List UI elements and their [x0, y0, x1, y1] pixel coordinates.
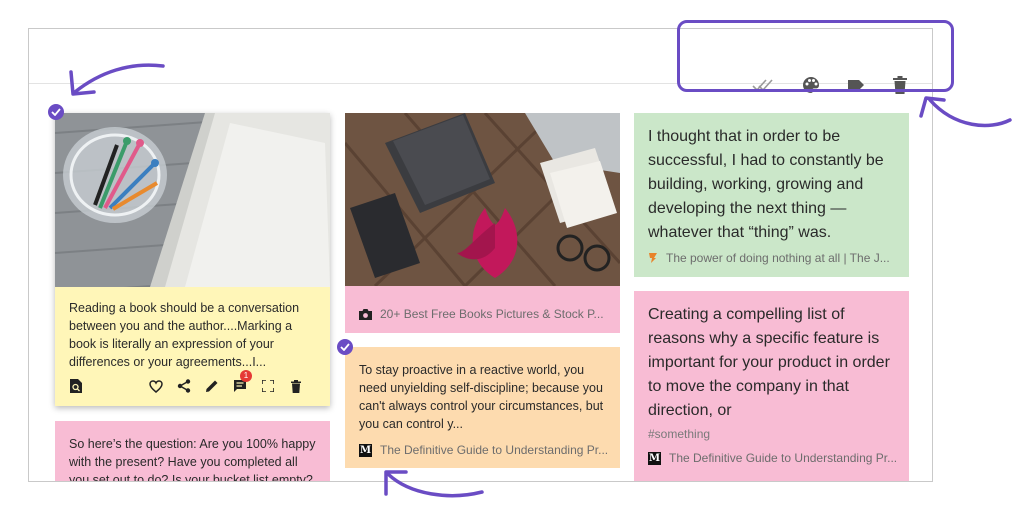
- card-actions: 1: [67, 370, 318, 396]
- comment-count-badge: 1: [240, 370, 252, 382]
- selected-check-icon[interactable]: [48, 104, 64, 120]
- books-desk-photo: [345, 113, 620, 286]
- source-link[interactable]: 20+ Best Free Books Pictures & Stock P..…: [359, 307, 609, 321]
- share-icon[interactable]: [175, 376, 193, 396]
- source-title: The Definitive Guide to Understanding Pr…: [669, 451, 898, 465]
- note-text: Reading a book should be a conversation …: [69, 301, 300, 369]
- source-link[interactable]: M The Definitive Guide to Understanding …: [359, 443, 609, 457]
- medium-logo-icon: M: [648, 451, 661, 465]
- source-title: 20+ Best Free Books Pictures & Stock P..…: [380, 307, 604, 321]
- note-card-compelling[interactable]: Creating a compelling list of reasons wh…: [634, 291, 909, 481]
- source-link[interactable]: The power of doing nothing at all | The …: [648, 251, 898, 265]
- note-card-nothing[interactable]: I thought that in order to be successful…: [634, 113, 909, 277]
- fullscreen-icon[interactable]: [259, 376, 277, 396]
- source-title: The Definitive Guide to Understanding Pr…: [380, 443, 609, 457]
- image-card-books[interactable]: 20+ Best Free Books Pictures & Stock P..…: [345, 113, 620, 333]
- brand-logo-icon: [649, 253, 657, 263]
- note-card-question[interactable]: So here’s the question: Are you 100% hap…: [55, 421, 330, 482]
- note-text: To stay proactive in a reactive world, y…: [359, 363, 604, 431]
- heart-icon[interactable]: [147, 376, 165, 396]
- note-text: Creating a compelling list of reasons wh…: [648, 306, 890, 419]
- camera-icon: [359, 308, 372, 320]
- selected-check-icon[interactable]: [337, 339, 353, 355]
- medium-logo-icon: M: [359, 443, 372, 457]
- source-title: The power of doing nothing at all | The …: [666, 251, 890, 265]
- note-text: I thought that in order to be successful…: [648, 128, 884, 241]
- note-card-reading[interactable]: Reading a book should be a conversation …: [55, 113, 330, 406]
- hashtag[interactable]: #something: [648, 427, 710, 441]
- comments-icon[interactable]: 1: [231, 370, 252, 396]
- source-link[interactable]: M The Definitive Guide to Understanding …: [648, 451, 898, 465]
- toolbar-highlight: [677, 20, 954, 92]
- jar-notebook-photo: [55, 113, 330, 287]
- note-card-proactive[interactable]: To stay proactive in a reactive world, y…: [345, 347, 620, 468]
- note-text: So here’s the question: Are you 100% hap…: [69, 437, 316, 482]
- preview-icon[interactable]: [67, 376, 85, 396]
- arrow-to-toolbar-icon: [928, 98, 1012, 128]
- board-frame: Reading a book should be a conversation …: [28, 28, 933, 482]
- delete-icon[interactable]: [287, 376, 305, 396]
- edit-icon[interactable]: [203, 376, 221, 396]
